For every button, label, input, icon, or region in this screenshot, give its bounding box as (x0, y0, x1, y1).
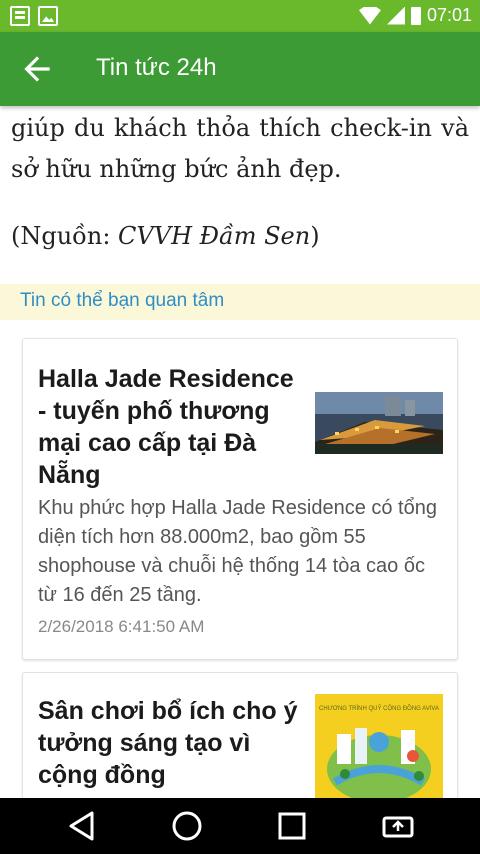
news-thumbnail (315, 392, 443, 454)
image-icon (38, 6, 58, 26)
rotate-screen-icon (382, 816, 414, 838)
signal-icon (386, 6, 405, 25)
related-news-header: Tin có thể bạn quan tâm (0, 284, 480, 320)
nav-home-button[interactable] (169, 808, 205, 844)
back-button[interactable] (18, 50, 56, 88)
arrow-left-icon (24, 56, 50, 82)
news-card[interactable]: Sân chơi bổ ích cho ý tưởng sáng tạo vì … (22, 672, 458, 812)
news-card-title: Halla Jade Residence - tuyến phố thương … (38, 365, 294, 489)
status-bar: 07:01 (0, 0, 480, 32)
wifi-icon (358, 6, 381, 25)
source-prefix: (Nguồn: (11, 222, 119, 250)
article-source: (Nguồn: CVVH Đầm Sen) (11, 216, 469, 257)
status-right-icons: 07:01 (358, 5, 472, 26)
app-bar: Tin tức 24h (0, 32, 480, 106)
system-nav-bar (0, 798, 480, 854)
recents-square-icon (278, 812, 306, 840)
multi-window-icon (10, 6, 30, 26)
battery-icon (410, 6, 421, 25)
status-time: 07:01 (426, 5, 472, 25)
nav-back-button[interactable] (64, 808, 100, 844)
nav-recents-button[interactable] (274, 808, 310, 844)
related-news-title: Tin có thể bạn quan tâm (20, 290, 225, 311)
article-paragraph: giúp du khách thỏa thích check-in và sở … (11, 114, 469, 183)
back-triangle-icon (69, 811, 94, 841)
news-card-date: 2/26/2018 6:41:50 AM (38, 617, 205, 636)
nav-rotate-button[interactable] (380, 808, 416, 844)
city-night-image (315, 392, 443, 454)
status-left-icons (10, 6, 58, 26)
news-card-title: Sân chơi bổ ích cho ý tưởng sáng tạo vì … (38, 697, 298, 789)
news-card-description: Khu phức hợp Halla Jade Residence có tổn… (38, 497, 437, 606)
source-name: CVVH Đầm Sen (118, 222, 311, 250)
article-body: giúp du khách thỏa thích check-in và sở … (11, 108, 469, 283)
community-illustration-image (327, 728, 431, 803)
news-thumbnail: CHƯƠNG TRÌNH QUỸ CỘNG ĐỒNG AVIVA (315, 694, 443, 804)
home-circle-icon (172, 811, 202, 841)
news-card[interactable]: Halla Jade Residence - tuyến phố thương … (22, 338, 458, 660)
app-title: Tin tức 24h (96, 54, 217, 81)
source-suffix: ) (310, 222, 320, 250)
